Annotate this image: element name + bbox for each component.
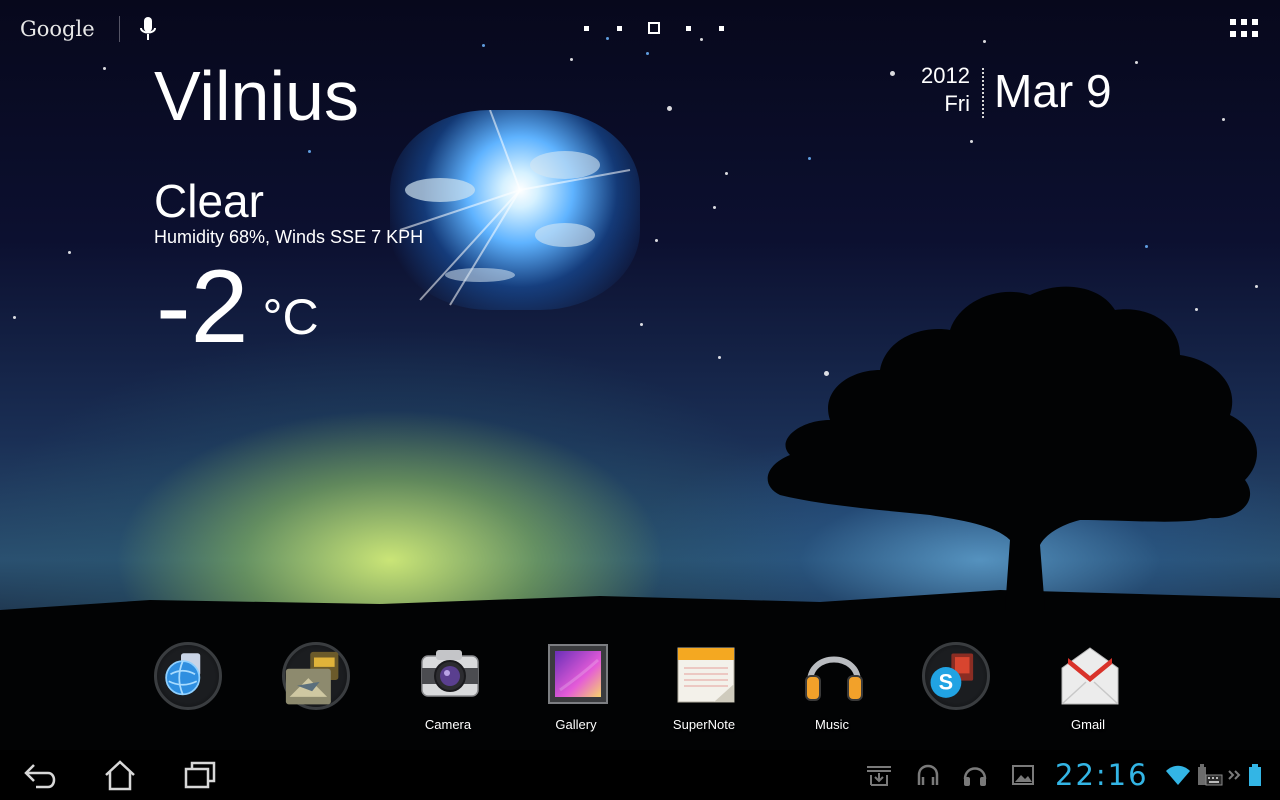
page-indicator-dot-2[interactable] [617,25,622,31]
dock-app-label: Gmail [1071,717,1105,732]
supernote-icon [677,647,735,703]
temperature-unit: °C [262,289,319,345]
all-apps-grid-icon[interactable] [1230,19,1258,37]
date-month-day: Mar 9 [994,65,1112,117]
date-divider [982,68,984,118]
dock-app-camera[interactable]: Camera [398,640,498,740]
tree-silhouette [767,286,1257,610]
usb-double-chevron-icon [1228,770,1241,780]
games-folder-icon [285,651,339,705]
dock-folder-browser[interactable] [152,640,252,740]
date-year: 2012 [921,63,970,88]
keyboard-dock-battery-icon [1198,764,1223,786]
back-icon[interactable] [22,759,62,791]
battery-icon [1249,764,1261,786]
weather-details: Humidity 68%, Winds SSE 7 KPH [154,227,424,247]
status-clock[interactable]: 22:16 [1055,758,1149,792]
headphones-notification-icon[interactable] [962,763,988,787]
page-indicator-dot-1[interactable] [584,25,589,31]
page-indicator-dot-4[interactable] [686,25,691,31]
google-search-bar[interactable]: Google [20,14,156,44]
download-notification-icon[interactable] [865,763,893,787]
google-search-label[interactable]: Google [20,17,95,41]
weather-widget[interactable]: Vilnius Clear Humidity 68%, Winds SSE 7 … [150,56,610,362]
date-widget[interactable]: 2012 Fri Mar 9 [900,62,1112,122]
date-weekday: Fri [944,91,970,116]
headphones-icon [805,656,863,701]
screenshot-notification-icon[interactable] [1010,763,1036,787]
svg-text:S: S [939,670,954,695]
gmail-icon [1061,647,1119,705]
dock-app-gmail[interactable]: Gmail [1038,640,1138,740]
dock-app-label: SuperNote [672,717,736,732]
system-navigation-bar: 22:16 [0,750,1280,800]
dock-app-label: Music [815,717,849,732]
gallery-icon [548,644,608,704]
dock-app-label: Camera [424,717,472,732]
camera-icon [421,650,479,697]
dock-folder-games[interactable] [280,640,380,740]
skype-folder-icon: S [930,653,974,698]
dock-app-supernote[interactable]: SuperNote [654,640,754,740]
weather-condition: Clear [154,175,264,227]
page-indicator-dot-3-active[interactable] [648,22,660,34]
search-divider [118,16,120,42]
browser-folder-icon [165,653,201,696]
home-page-indicator[interactable] [570,22,738,34]
page-indicator-dot-5[interactable] [719,25,724,31]
app-dock: Camera Gallery SuperNote Music S Gmail [0,640,1280,740]
wifi-icon [1166,765,1190,785]
home-icon[interactable] [100,759,140,791]
weather-city: Vilnius [154,57,359,135]
dock-app-music[interactable]: Music [782,640,882,740]
microphone-icon[interactable] [139,16,156,42]
weather-temperature: -2 °C [156,252,319,362]
dock-app-label: Gallery [555,717,597,732]
recent-apps-icon[interactable] [180,759,220,791]
headset-notification-icon[interactable] [915,763,941,787]
dock-folder-skype[interactable]: S [920,640,1020,740]
temperature-value: -2 [156,249,249,365]
dock-app-gallery[interactable]: Gallery [526,640,626,740]
date-year-weekday: 2012 Fri [900,62,970,118]
